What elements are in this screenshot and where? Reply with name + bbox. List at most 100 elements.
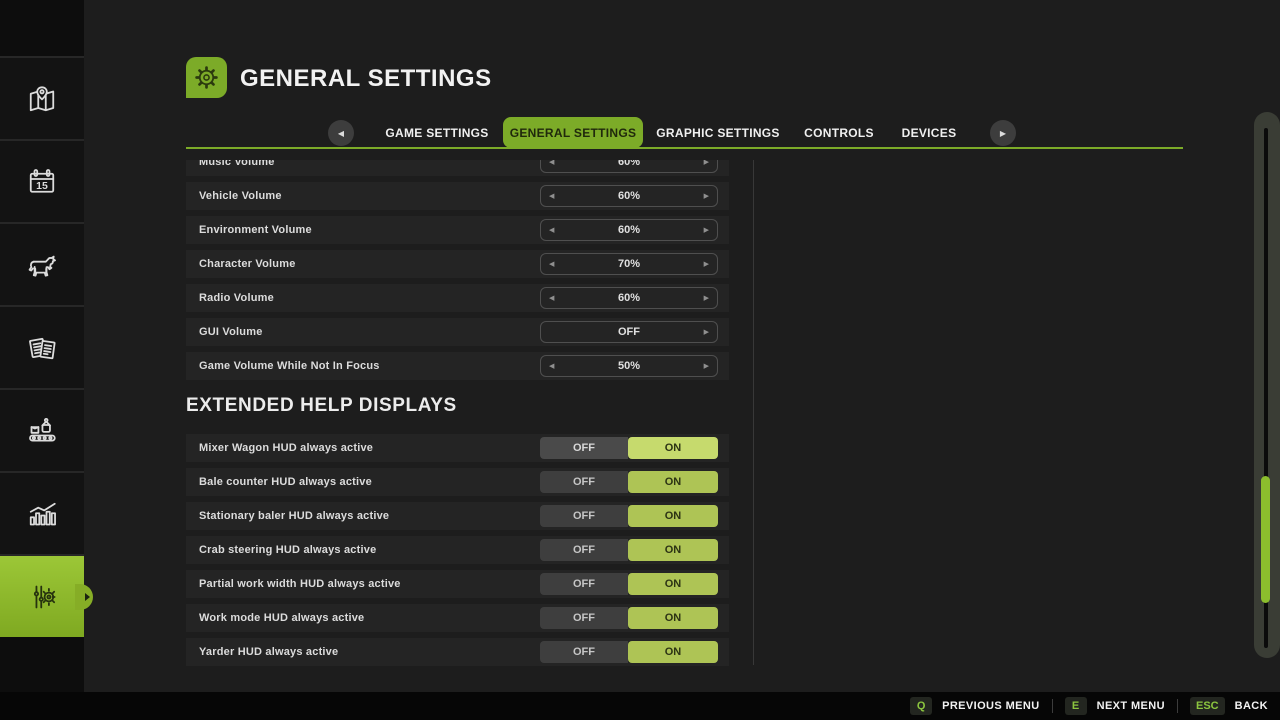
documents-icon bbox=[24, 330, 60, 366]
setting-label: Stationary baler HUD always active bbox=[199, 510, 389, 522]
footer-bar: Q PREVIOUS MENU E NEXT MENU ESC BACK bbox=[0, 692, 1280, 720]
on-button[interactable]: ON bbox=[628, 471, 718, 493]
sidebar-item-production[interactable] bbox=[0, 388, 84, 471]
value-selector[interactable]: ◀ 50% ▶ bbox=[540, 355, 718, 377]
on-off-toggle: OFF ON bbox=[540, 607, 718, 629]
on-button[interactable]: ON bbox=[628, 437, 718, 459]
sidebar-item-map[interactable] bbox=[0, 56, 84, 139]
tab-game-settings[interactable]: GAME SETTINGS bbox=[385, 126, 488, 140]
sidebar-item-calendar[interactable]: 15 bbox=[0, 139, 84, 222]
setting-row: Environment Volume ◀ 60% ▶ bbox=[186, 216, 729, 244]
map-icon bbox=[24, 81, 60, 117]
value-selector[interactable]: ◀ 60% ▶ bbox=[540, 185, 718, 207]
setting-row: Game Volume While Not In Focus ◀ 50% ▶ bbox=[186, 352, 729, 380]
on-button[interactable]: ON bbox=[628, 573, 718, 595]
sidebar-item-animals[interactable] bbox=[0, 222, 84, 305]
value-selector[interactable]: ◀ 60% ▶ bbox=[540, 287, 718, 309]
off-button[interactable]: OFF bbox=[540, 471, 628, 493]
sidebar: 15 bbox=[0, 0, 84, 692]
increase-arrow-icon[interactable]: ▶ bbox=[704, 192, 709, 200]
setting-row: GUI Volume ◀ OFF ▶ bbox=[186, 318, 729, 346]
setting-row: Character Volume ◀ 70% ▶ bbox=[186, 250, 729, 278]
on-button[interactable]: ON bbox=[628, 641, 718, 663]
footer-separator bbox=[1052, 699, 1053, 713]
page-title: GENERAL SETTINGS bbox=[240, 65, 492, 93]
key-e-badge: E bbox=[1065, 697, 1087, 715]
scrollbar-thumb[interactable] bbox=[1261, 476, 1270, 603]
tab-general-settings-label: GENERAL SETTINGS bbox=[510, 126, 637, 140]
on-off-toggle: OFF ON bbox=[540, 641, 718, 663]
increase-arrow-icon[interactable]: ▶ bbox=[704, 328, 709, 336]
tabs-prev-button[interactable]: ◀ bbox=[328, 120, 354, 146]
chevron-right-icon: ▶ bbox=[1000, 129, 1006, 138]
on-button[interactable]: ON bbox=[628, 539, 718, 561]
sidebar-item-settings[interactable] bbox=[0, 554, 84, 637]
setting-label: Yarder HUD always active bbox=[199, 646, 338, 658]
value-selector[interactable]: ◀ 60% ▶ bbox=[540, 160, 718, 173]
increase-arrow-icon[interactable]: ▶ bbox=[704, 362, 709, 370]
production-icon bbox=[24, 413, 60, 449]
off-button[interactable]: OFF bbox=[540, 539, 628, 561]
setting-row: Partial work width HUD always active OFF… bbox=[186, 570, 729, 598]
selector-value: 60% bbox=[541, 224, 717, 236]
setting-row-partial: Music Volume ◀ 60% ▶ bbox=[186, 160, 729, 176]
tabs-next-button[interactable]: ▶ bbox=[990, 120, 1016, 146]
setting-row: Yarder HUD always active OFF ON bbox=[186, 638, 729, 666]
setting-row: Crab steering HUD always active OFF ON bbox=[186, 536, 729, 564]
selector-value: 60% bbox=[541, 160, 717, 168]
calendar-icon: 15 bbox=[24, 164, 60, 200]
increase-arrow-icon[interactable]: ▶ bbox=[704, 294, 709, 302]
increase-arrow-icon[interactable]: ▶ bbox=[704, 160, 709, 166]
setting-row: Vehicle Volume ◀ 60% ▶ bbox=[186, 182, 729, 210]
off-button[interactable]: OFF bbox=[540, 437, 628, 459]
on-off-toggle: OFF ON bbox=[540, 505, 718, 527]
increase-arrow-icon[interactable]: ▶ bbox=[704, 226, 709, 234]
on-button[interactable]: ON bbox=[628, 607, 718, 629]
selector-value: 60% bbox=[541, 292, 717, 304]
setting-row: Mixer Wagon HUD always active OFF ON bbox=[186, 434, 729, 462]
sidebar-item-statistics[interactable] bbox=[0, 471, 84, 554]
svg-text:15: 15 bbox=[36, 180, 48, 192]
tab-controls[interactable]: CONTROLS bbox=[804, 126, 874, 140]
settings-sliders-gear-icon bbox=[24, 579, 60, 615]
selector-value: 60% bbox=[541, 190, 717, 202]
setting-label: Mixer Wagon HUD always active bbox=[199, 442, 373, 454]
setting-label: Vehicle Volume bbox=[199, 190, 282, 202]
value-selector[interactable]: ◀ 60% ▶ bbox=[540, 219, 718, 241]
setting-row: Bale counter HUD always active OFF ON bbox=[186, 468, 729, 496]
section-title: EXTENDED HELP DISPLAYS bbox=[186, 392, 729, 420]
off-button[interactable]: OFF bbox=[540, 641, 628, 663]
gear-icon bbox=[193, 64, 220, 91]
cow-icon bbox=[24, 247, 60, 283]
on-button[interactable]: ON bbox=[628, 505, 718, 527]
sidebar-item-finances[interactable] bbox=[0, 305, 84, 388]
setting-label: Partial work width HUD always active bbox=[199, 578, 401, 590]
tab-devices[interactable]: DEVICES bbox=[902, 126, 957, 140]
on-off-toggle: OFF ON bbox=[540, 573, 718, 595]
setting-label: Character Volume bbox=[199, 258, 296, 270]
back-label: BACK bbox=[1235, 700, 1268, 712]
key-esc-badge: ESC bbox=[1190, 697, 1225, 715]
on-off-toggle: OFF ON bbox=[540, 437, 718, 459]
settings-panel: Music Volume ◀ 60% ▶ Vehicle Volume ◀ 60… bbox=[186, 160, 729, 672]
increase-arrow-icon[interactable]: ▶ bbox=[704, 260, 709, 268]
off-button[interactable]: OFF bbox=[540, 573, 628, 595]
tab-general-settings[interactable]: GENERAL SETTINGS bbox=[503, 117, 643, 148]
tab-graphic-settings[interactable]: GRAPHIC SETTINGS bbox=[656, 126, 779, 140]
setting-label: GUI Volume bbox=[199, 326, 263, 338]
previous-menu-label: PREVIOUS MENU bbox=[942, 700, 1040, 712]
setting-label: Radio Volume bbox=[199, 292, 274, 304]
bar-chart-icon bbox=[24, 496, 60, 532]
value-selector[interactable]: ◀ OFF ▶ bbox=[540, 321, 718, 343]
panel-divider bbox=[753, 160, 754, 665]
off-button[interactable]: OFF bbox=[540, 607, 628, 629]
footer-separator bbox=[1177, 699, 1178, 713]
clipped-row-wrapper: Music Volume ◀ 60% ▶ bbox=[186, 160, 729, 176]
chevron-left-icon: ◀ bbox=[338, 129, 344, 138]
off-button[interactable]: OFF bbox=[540, 505, 628, 527]
selector-value: OFF bbox=[541, 326, 717, 338]
setting-label: Environment Volume bbox=[199, 224, 312, 236]
volume-rows: Vehicle Volume ◀ 60% ▶ Environment Volum… bbox=[186, 182, 729, 380]
value-selector[interactable]: ◀ 70% ▶ bbox=[540, 253, 718, 275]
selector-value: 50% bbox=[541, 360, 717, 372]
